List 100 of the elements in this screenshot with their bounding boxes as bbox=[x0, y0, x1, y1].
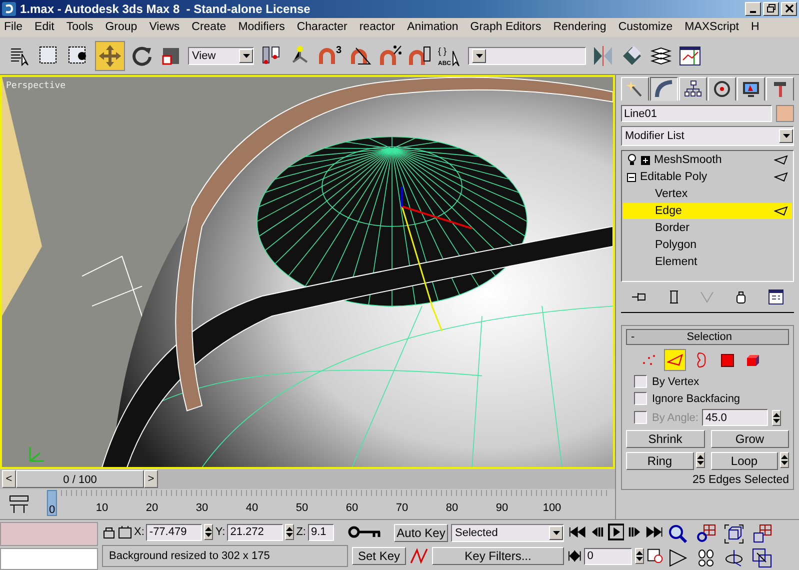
curve-editor-icon[interactable] bbox=[678, 44, 702, 68]
spinner-snap-icon[interactable] bbox=[408, 44, 432, 68]
minimize-button[interactable] bbox=[745, 2, 761, 16]
menu-item[interactable]: Views bbox=[149, 21, 180, 34]
z-coordinate-label: Z: bbox=[296, 526, 306, 538]
stack-item[interactable]: Border bbox=[623, 220, 792, 237]
maxscript-input-field[interactable] bbox=[0, 548, 98, 570]
move-icon[interactable] bbox=[95, 40, 125, 70]
spinner[interactable] bbox=[696, 452, 704, 468]
stack-item[interactable]: Polygon bbox=[623, 237, 792, 254]
spinner[interactable] bbox=[204, 524, 214, 540]
frame-number: 30 bbox=[196, 502, 208, 514]
frame-number: 20 bbox=[146, 502, 158, 514]
close-icon bbox=[784, 4, 794, 14]
pin-icon[interactable] bbox=[631, 290, 648, 304]
reference-coordinate-dropdown[interactable]: View bbox=[188, 46, 254, 64]
panel-button[interactable]: Grow bbox=[710, 430, 789, 448]
key-mode-dropdown[interactable]: Selected bbox=[451, 524, 564, 542]
previous-frame-button[interactable]: < bbox=[2, 470, 16, 488]
field-of-view-icon[interactable] bbox=[668, 548, 688, 568]
next-frame-icon[interactable] bbox=[627, 526, 642, 538]
menu-item[interactable]: Edit bbox=[34, 21, 54, 34]
configure-sets-icon[interactable] bbox=[768, 289, 784, 305]
close-button[interactable] bbox=[781, 2, 797, 16]
panel-button[interactable]: Loop bbox=[710, 452, 778, 470]
time-slider-track[interactable]: < 0 / 100 > bbox=[0, 469, 615, 490]
menu-item[interactable]: Animation bbox=[407, 21, 458, 34]
monitor-icon bbox=[742, 80, 760, 98]
previous-frame-icon[interactable] bbox=[590, 526, 605, 538]
square-icon bbox=[720, 354, 734, 366]
menu-item[interactable]: Graph Editors bbox=[470, 21, 542, 34]
stack-item[interactable]: Edge bbox=[623, 203, 792, 220]
menu-item[interactable]: Character bbox=[296, 21, 348, 34]
menu-item[interactable]: MAXScript bbox=[684, 21, 739, 34]
spinner[interactable] bbox=[780, 452, 789, 468]
object-color-swatch[interactable] bbox=[776, 105, 794, 122]
y-coordinate-label: Y: bbox=[215, 526, 226, 538]
key-icon[interactable] bbox=[348, 525, 382, 539]
modifier-list-dropdown[interactable]: Modifier List bbox=[621, 126, 794, 146]
go-to-end-icon[interactable] bbox=[645, 526, 664, 538]
x-coordinate-field[interactable]: -77.479 bbox=[146, 524, 202, 540]
percent-snap-icon[interactable] bbox=[379, 44, 403, 68]
spinner[interactable] bbox=[285, 524, 294, 540]
collapse-icon[interactable] bbox=[627, 172, 636, 182]
maximize-viewport-icon[interactable] bbox=[752, 548, 772, 568]
menu-item[interactable]: Tools bbox=[66, 21, 94, 34]
mirror-icon[interactable] bbox=[591, 44, 615, 68]
named-selection-dropdown[interactable] bbox=[468, 46, 586, 64]
key-filters-button[interactable]: Key Filters... bbox=[432, 546, 564, 564]
maxscript-listener-field[interactable] bbox=[0, 522, 98, 546]
object-name-field[interactable]: Line01 bbox=[621, 105, 772, 122]
checkbox[interactable]: Ignore Backfacing bbox=[634, 392, 740, 405]
go-to-start-icon[interactable] bbox=[568, 526, 587, 538]
key-mode-toggle-icon[interactable] bbox=[568, 550, 582, 562]
spinner[interactable] bbox=[772, 410, 782, 426]
frame-number: 60 bbox=[346, 502, 358, 514]
zoom-extents-all-icon[interactable] bbox=[752, 524, 772, 544]
stack-item[interactable]: Element bbox=[623, 254, 792, 271]
menu-item[interactable]: Create bbox=[192, 21, 226, 34]
restore-button[interactable] bbox=[763, 2, 779, 16]
stack-item[interactable]: Editable Poly bbox=[623, 169, 792, 186]
hierarchy-icon bbox=[684, 80, 702, 98]
expand-icon[interactable] bbox=[641, 156, 650, 164]
subobject-button[interactable] bbox=[664, 349, 686, 371]
panel-button[interactable]: Ring bbox=[626, 452, 694, 470]
auto-key-button[interactable]: Auto Key bbox=[394, 524, 448, 542]
time-configuration-icon[interactable] bbox=[646, 548, 664, 564]
absolute-mode-icon[interactable] bbox=[118, 525, 132, 539]
menu-item[interactable]: H bbox=[750, 21, 760, 34]
command-panel-tab[interactable] bbox=[650, 77, 678, 101]
menu-item[interactable]: Rendering bbox=[553, 21, 606, 34]
show-end-result-icon[interactable] bbox=[668, 290, 680, 304]
lock-selection-icon[interactable] bbox=[102, 525, 116, 539]
zoom-extents-icon[interactable] bbox=[724, 524, 744, 544]
pan-icon[interactable] bbox=[696, 548, 716, 568]
remove-modifier-icon[interactable] bbox=[735, 290, 748, 304]
rollout-header[interactable]: - Selection bbox=[626, 329, 789, 345]
frame-number: 40 bbox=[246, 502, 258, 514]
time-slider-thumb[interactable]: 0 / 100 bbox=[16, 470, 144, 488]
menu-item[interactable]: File bbox=[4, 21, 23, 34]
z-coordinate-field[interactable]: 9.1 bbox=[308, 524, 334, 540]
set-key-button[interactable]: Set Key bbox=[352, 546, 406, 564]
current-frame-field[interactable]: 0 bbox=[584, 548, 632, 564]
orbit-icon[interactable] bbox=[724, 548, 744, 568]
play-icon[interactable] bbox=[608, 523, 624, 541]
zoom-all-icon[interactable] bbox=[696, 524, 716, 544]
next-frame-button[interactable]: > bbox=[144, 470, 158, 488]
menu-item[interactable]: Modifiers bbox=[238, 21, 285, 34]
menu-item[interactable]: Customize bbox=[618, 21, 673, 34]
panel-button[interactable]: Shrink bbox=[626, 430, 704, 448]
tangent-curve-icon[interactable] bbox=[409, 546, 429, 564]
frame-number: 50 bbox=[296, 502, 308, 514]
y-coordinate-field[interactable]: 21.272 bbox=[227, 524, 284, 540]
menu-item[interactable]: Group bbox=[105, 21, 138, 34]
stack-item[interactable]: MeshSmooth bbox=[623, 152, 792, 169]
menu-item[interactable]: reactor bbox=[359, 21, 396, 34]
spinner[interactable] bbox=[634, 548, 644, 564]
checkbox[interactable]: By Vertex bbox=[634, 375, 700, 388]
window-title: 1.max - Autodesk 3ds Max 8 - Stand-alone License bbox=[20, 2, 310, 16]
zoom-icon[interactable] bbox=[668, 524, 688, 544]
